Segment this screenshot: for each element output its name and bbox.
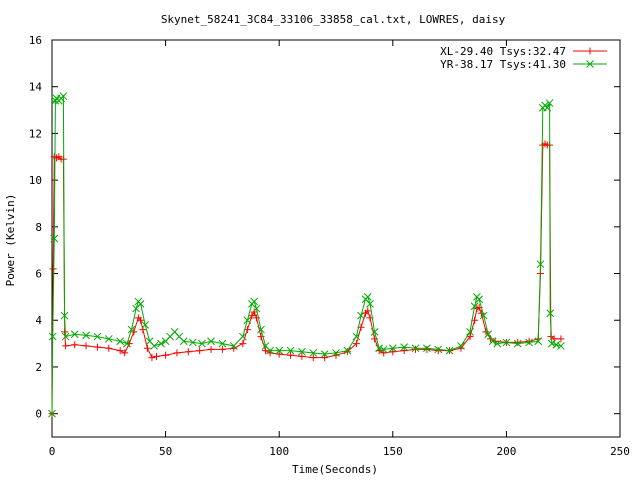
y-tick-label: 0: [35, 408, 42, 421]
data-point: [400, 347, 408, 355]
data-point: [423, 345, 431, 353]
data-point: [105, 344, 113, 352]
data-point: [173, 349, 181, 357]
data-point: [412, 345, 420, 353]
x-tick-label: 100: [269, 445, 289, 458]
chart: Skynet_58241_3C84_33106_33858_cal.txt, L…: [4, 13, 630, 476]
data-point: [257, 325, 265, 334]
data-point: [514, 338, 522, 346]
y-tick-label: 6: [35, 268, 42, 281]
series-line: [51, 143, 561, 414]
data-point: [184, 348, 192, 356]
y-tick-label: 16: [29, 34, 42, 47]
data-point: [153, 352, 161, 360]
x-tick-label: 250: [610, 445, 630, 458]
data-point: [389, 348, 397, 356]
x-axis-label: Time(Seconds): [292, 463, 378, 476]
data-point: [321, 354, 329, 362]
data-point: [218, 345, 226, 353]
data-point: [252, 304, 261, 313]
data-point: [243, 316, 252, 325]
y-tick-label: 12: [29, 127, 42, 140]
data-point: [363, 293, 372, 301]
data-point: [62, 342, 70, 350]
y-tick-label: 8: [35, 221, 42, 234]
legend-marker: [586, 47, 594, 55]
data-point: [71, 341, 79, 349]
y-tick-label: 10: [29, 174, 42, 187]
data-point: [207, 337, 215, 346]
data-point: [162, 351, 170, 359]
data-point: [525, 337, 533, 345]
x-tick-label: 0: [49, 445, 56, 458]
data-point: [557, 335, 565, 343]
y-axis: 0 2 4 6 8 10 12 14 16: [29, 34, 620, 421]
data-point: [434, 347, 442, 355]
y-tick-label: 2: [35, 361, 42, 374]
data-point: [93, 343, 101, 351]
data-point: [49, 265, 57, 273]
x-tick-label: 50: [159, 445, 172, 458]
data-point: [143, 344, 151, 352]
y-axis-label: Power (Kelvin): [4, 194, 17, 287]
x-tick-label: 200: [496, 445, 516, 458]
data-point: [275, 350, 283, 358]
series-1: [48, 140, 565, 418]
data-point: [150, 342, 159, 350]
data-point: [148, 354, 156, 362]
data-point: [552, 340, 561, 349]
series-line: [51, 94, 562, 414]
series-2: [48, 92, 565, 418]
data-point: [136, 300, 145, 308]
y-tick-label: 14: [29, 81, 43, 94]
legend-label: YR-38.17 Tsys:41.30: [440, 58, 566, 71]
data-point: [196, 347, 204, 355]
data-point: [207, 345, 215, 353]
data-point: [82, 342, 90, 350]
data-point: [357, 311, 365, 320]
data-point: [250, 297, 259, 306]
legend: XL-29.40 Tsys:32.47YR-38.17 Tsys:41.30: [440, 45, 607, 71]
data-point: [557, 342, 565, 350]
legend-label: XL-29.40 Tsys:32.47: [440, 45, 566, 58]
y-tick-label: 4: [35, 314, 42, 327]
x-tick-label: 150: [383, 445, 403, 458]
plot-frame: [51, 39, 621, 438]
series-layer: [48, 92, 565, 418]
chart-title: Skynet_58241_3C84_33106_33858_cal.txt, L…: [161, 13, 506, 26]
data-point: [239, 340, 247, 348]
